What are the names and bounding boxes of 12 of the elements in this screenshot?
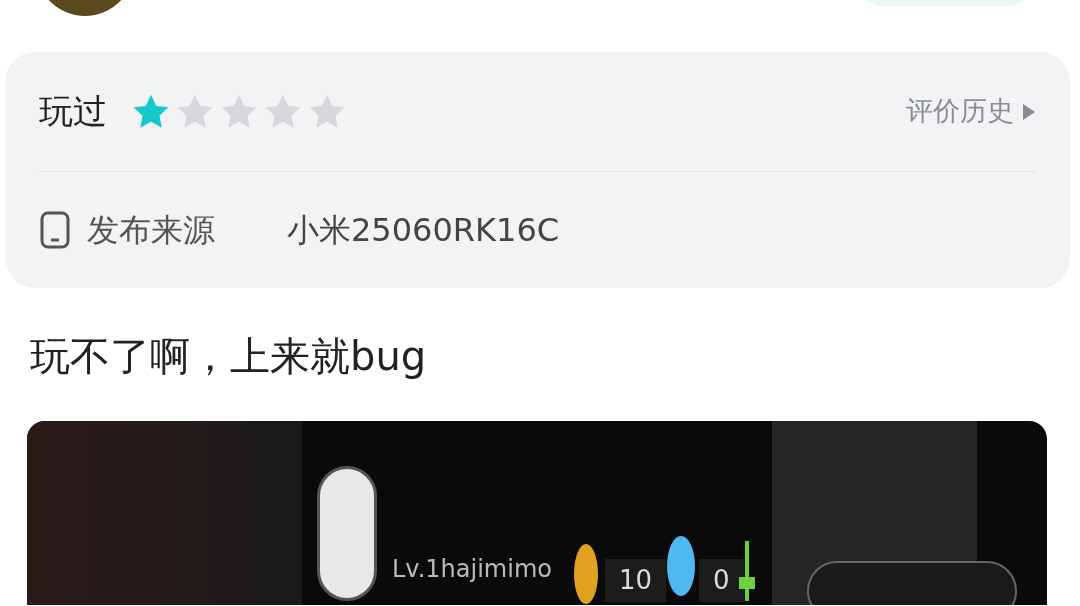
plus-icon[interactable]	[739, 541, 755, 601]
gem-count: 0	[699, 559, 744, 602]
source-label: 发布来源	[87, 209, 215, 251]
phone-icon	[39, 209, 71, 250]
player-name: Lv.1hajimimo	[392, 554, 552, 585]
menu-pill[interactable]	[807, 561, 1017, 605]
play-status: 玩过	[39, 90, 107, 133]
device-name: 小米25060RK16C	[287, 209, 560, 251]
coin-count: 10	[605, 559, 667, 602]
review-text: 玩不了啊，上来就bug	[29, 332, 428, 381]
game-screenshot[interactable]: Lv.1hajimimo 10 0	[27, 421, 1047, 605]
play-arrow-icon	[1022, 102, 1036, 121]
